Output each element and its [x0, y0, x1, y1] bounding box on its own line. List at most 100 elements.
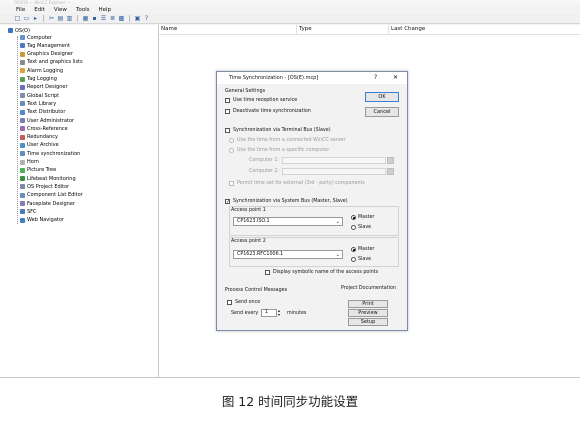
- display-symbolic-checkbox[interactable]: [265, 270, 270, 275]
- tree-item[interactable]: SFC: [20, 208, 37, 215]
- access-point1-slave-label: Slave: [358, 225, 372, 230]
- access-point1-select[interactable]: CP1623.ISO.1 ⌄: [233, 217, 343, 226]
- tree-item[interactable]: Report Designer: [20, 84, 68, 91]
- grid-icon[interactable]: ▩: [118, 15, 125, 22]
- tree-item[interactable]: User Administrator: [20, 117, 74, 124]
- details-icon[interactable]: ≣: [109, 15, 116, 22]
- access-point2-slave-radio[interactable]: [351, 257, 356, 262]
- setup-button[interactable]: Setup: [348, 318, 388, 326]
- tree-item-label: Redundancy: [27, 134, 58, 141]
- print-button[interactable]: Print: [348, 300, 388, 308]
- tree-item[interactable]: Text and graphics lists: [20, 59, 83, 66]
- time-sync-dialog: Time Synchronization - [OS(E).mcp] ? ✕ G…: [216, 71, 408, 331]
- tree-item-label: User Archive: [27, 142, 59, 149]
- tree-item[interactable]: Faceplate Designer: [20, 200, 75, 207]
- spinner-arrows-icon[interactable]: ▴ ▾: [278, 309, 280, 317]
- computer2-field[interactable]: [282, 168, 386, 175]
- process-control-messages-label: Process Control Messages: [225, 288, 288, 293]
- window-bottom-border: [0, 377, 580, 378]
- cut-icon[interactable]: ✂: [48, 15, 55, 22]
- editor-icon: [20, 51, 25, 57]
- tree-item[interactable]: Computer: [20, 34, 52, 41]
- access-point2-value: CP1623.RFC1006.1: [237, 252, 284, 257]
- terminal-bus-checkbox[interactable]: [225, 128, 230, 133]
- close-icon[interactable]: ✕: [393, 74, 398, 81]
- tree-item[interactable]: Cross-Reference: [20, 125, 68, 132]
- access-point1-master-label: Master: [358, 215, 375, 220]
- list-icon[interactable]: ☰: [100, 15, 107, 22]
- tree-item[interactable]: Tag Logging: [20, 76, 57, 83]
- access-point2-master-radio[interactable]: [351, 247, 356, 252]
- computer1-browse-button[interactable]: [387, 157, 394, 164]
- tree-item-label: Report Designer: [27, 84, 68, 91]
- tree-item[interactable]: Text Library: [20, 100, 56, 107]
- help-button[interactable]: ?: [374, 74, 377, 81]
- tree-item-label: Time synchronization: [27, 150, 81, 157]
- editor-icon: [20, 76, 25, 82]
- preview-button[interactable]: Preview: [348, 309, 388, 317]
- tree-item[interactable]: Alarm Logging: [20, 67, 63, 74]
- minutes-label: minutes: [287, 311, 307, 316]
- play-icon[interactable]: ▸: [32, 15, 39, 22]
- tree-item[interactable]: Lifebeat Monitoring: [20, 175, 76, 182]
- menu-bar: File Edit View Tools Help: [0, 5, 580, 14]
- menu-edit[interactable]: Edit: [34, 7, 45, 13]
- help-icon[interactable]: ?: [143, 15, 150, 22]
- tree-root[interactable]: OS(O): [8, 27, 30, 34]
- menu-view[interactable]: View: [54, 7, 67, 13]
- tree-item[interactable]: OS Project Editor: [20, 183, 69, 190]
- tree-item-label: Tag Logging: [27, 76, 57, 82]
- computer-icon: [8, 28, 13, 33]
- small-icons-icon[interactable]: ▪: [91, 15, 98, 22]
- copy-icon[interactable]: ▤: [57, 15, 64, 22]
- menu-help[interactable]: Help: [99, 7, 112, 13]
- send-once-checkbox[interactable]: [227, 300, 232, 305]
- editor-icon: [20, 167, 25, 173]
- from-specific-computer-label: Use the time from a specific computer: [237, 148, 330, 153]
- use-reception-service-checkbox[interactable]: [225, 98, 230, 103]
- from-specific-computer-radio[interactable]: [229, 148, 234, 153]
- column-name[interactable]: Name: [159, 25, 297, 34]
- send-every-input[interactable]: 1: [261, 309, 277, 317]
- tree-item-label: OS Project Editor: [27, 183, 70, 190]
- dialog-title: Time Synchronization - [OS(E).mcp]: [229, 75, 319, 81]
- tree-item[interactable]: User Archive: [20, 142, 59, 149]
- tree-item[interactable]: Horn: [20, 159, 39, 166]
- toolbar-separator: [129, 15, 130, 22]
- editor-icon: [20, 126, 25, 132]
- ok-button[interactable]: OK: [365, 92, 399, 102]
- tree-item[interactable]: Text Distributor: [20, 109, 65, 116]
- tree-item[interactable]: Time synchronization: [20, 150, 80, 157]
- access-point2-select[interactable]: CP1623.RFC1006.1 ⌄: [233, 250, 343, 259]
- tree-item[interactable]: Picture Tree: [20, 167, 56, 174]
- cancel-button[interactable]: Cancel: [365, 107, 399, 117]
- properties-icon[interactable]: ▣: [134, 15, 141, 22]
- menu-tools[interactable]: Tools: [76, 7, 90, 13]
- tree-item[interactable]: Redundancy: [20, 134, 58, 141]
- tree-item[interactable]: Graphics Designer: [20, 51, 73, 58]
- column-last-change[interactable]: Last Change: [389, 25, 580, 34]
- access-point1-value: CP1623.ISO.1: [237, 219, 270, 224]
- large-icons-icon[interactable]: ▦: [82, 15, 89, 22]
- deactivate-sync-checkbox[interactable]: [225, 109, 230, 114]
- column-type[interactable]: Type: [297, 25, 389, 34]
- access-point1-master-radio[interactable]: [351, 215, 356, 220]
- tree-item-label: Graphics Designer: [27, 51, 74, 58]
- tree-item[interactable]: Global Script: [20, 92, 59, 99]
- from-wincc-server-radio[interactable]: [229, 138, 234, 143]
- system-bus-checkbox[interactable]: ✓: [225, 199, 230, 205]
- new-icon[interactable]: □: [14, 15, 21, 22]
- tree-item[interactable]: Component List Editor: [20, 192, 83, 199]
- access-point1-slave-radio[interactable]: [351, 225, 356, 230]
- paste-icon[interactable]: ▥: [66, 15, 73, 22]
- system-bus-label: Synchronization via System Bus (Master, …: [233, 199, 348, 204]
- computer2-browse-button[interactable]: [387, 168, 394, 175]
- menu-file[interactable]: File: [16, 7, 25, 13]
- tree-item[interactable]: Web Navigator: [20, 217, 64, 224]
- tree-item[interactable]: Tag Management: [20, 42, 70, 49]
- use-reception-service-label: Use time reception service: [233, 98, 298, 103]
- open-icon[interactable]: ▭: [23, 15, 30, 22]
- permit-external-checkbox[interactable]: [229, 181, 234, 186]
- computer1-field[interactable]: [282, 157, 386, 164]
- tree-item-label: Alarm Logging: [27, 67, 64, 74]
